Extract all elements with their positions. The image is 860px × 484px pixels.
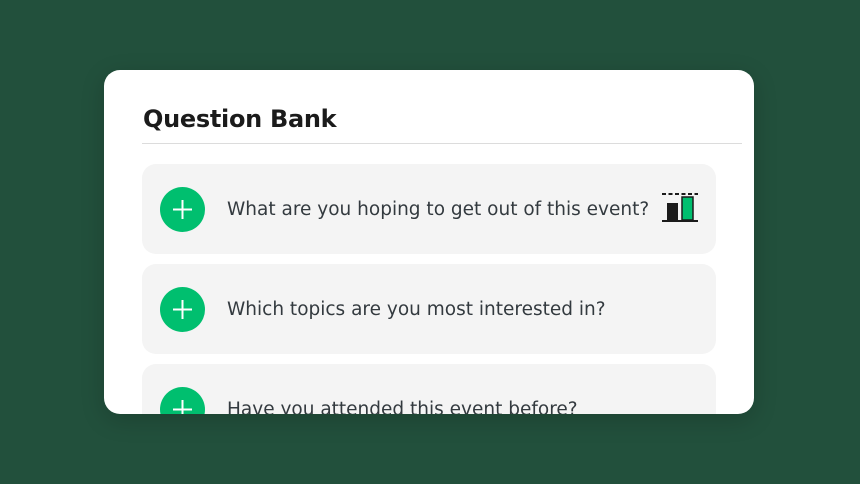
question-bank-panel: Question Bank What are you hoping to get… [104,70,754,414]
add-question-button[interactable] [160,387,205,414]
plus-icon [173,200,192,219]
question-text: Which topics are you most interested in? [227,299,606,320]
page-background: Question Bank What are you hoping to get… [0,0,860,484]
question-text: Have you attended this event before? [227,399,578,414]
add-question-button[interactable] [160,187,205,232]
plus-icon [173,400,192,414]
bar-chart-icon [662,193,698,222]
question-text: What are you hoping to get out of this e… [227,199,650,220]
question-item[interactable]: Have you attended this event before? [142,364,716,414]
question-item[interactable]: What are you hoping to get out of this e… [142,164,716,254]
question-list: What are you hoping to get out of this e… [142,164,716,414]
panel-title: Question Bank [143,105,337,133]
title-divider [142,143,742,144]
add-question-button[interactable] [160,287,205,332]
plus-icon [173,300,192,319]
question-item[interactable]: Which topics are you most interested in? [142,264,716,354]
